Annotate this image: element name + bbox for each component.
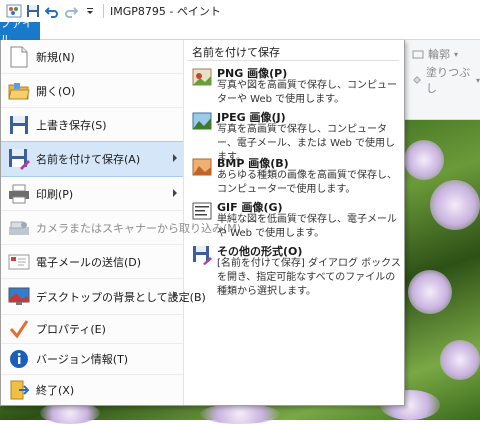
- flower-blob: [200, 404, 280, 424]
- menu-item-import-from-scanner[interactable]: カメラまたはスキャナーから取り込み(M): [1, 211, 241, 245]
- exit-icon: [7, 378, 31, 402]
- menu-item-print[interactable]: 印刷(P): [1, 177, 183, 211]
- menu-item-properties[interactable]: プロパティ(E): [1, 315, 183, 344]
- menu-item-label: 開く(O): [36, 84, 76, 98]
- chevron-down-icon: ▾: [454, 49, 459, 59]
- menu-item-label: バージョン情報(T): [36, 353, 129, 366]
- file-menu: 新規(N) 開く(O) 上書き保存(S) 名前を付けて保存(A) 印刷(P) カ…: [0, 40, 405, 406]
- option-description: 単純な図を低画質で保存し、電子メールや Web で使用します。: [217, 214, 397, 239]
- save-as-icon: [7, 147, 31, 171]
- menu-item-open[interactable]: 開く(O): [1, 74, 183, 108]
- scanner-icon: [7, 216, 31, 240]
- png-image-icon: [191, 66, 213, 88]
- fill-bucket-icon: [413, 76, 421, 84]
- fill-button[interactable]: 塗りつぶし ▾: [412, 64, 480, 96]
- printer-icon: [7, 182, 31, 206]
- menu-item-new[interactable]: 新規(N): [1, 40, 183, 74]
- menu-item-label: 電子メールの送信(D): [36, 255, 142, 269]
- save-as-other-formats[interactable]: その他の形式(O) [名前を付けて保存] ダイアログ ボックスを開き、指定可能な…: [189, 242, 403, 297]
- menu-item-label: 終了(X): [36, 384, 75, 397]
- file-tab[interactable]: ファイル: [0, 17, 40, 46]
- menu-item-set-desktop-background[interactable]: デスクトップの背景として設定(B): [1, 279, 206, 315]
- option-description: [名前を付けて保存] ダイアログ ボックスを開き、指定可能なすべてのファイルの種…: [217, 258, 401, 297]
- outline-icon: [412, 50, 424, 59]
- file-menu-commands: 新規(N) 開く(O) 上書き保存(S) 名前を付けて保存(A) 印刷(P) カ…: [1, 40, 241, 405]
- menu-item-about[interactable]: バージョン情報(T): [1, 344, 183, 375]
- save-as-heading-divider: [187, 60, 399, 61]
- other-formats-icon: [191, 244, 213, 266]
- flower-blob: [430, 180, 480, 230]
- chevron-down-icon: ▾: [475, 75, 480, 85]
- bmp-image-icon: [191, 156, 213, 178]
- desktop-background-icon: [7, 285, 31, 309]
- outline-button[interactable]: 輪郭 ▾: [412, 46, 458, 62]
- save-as-png[interactable]: PNG 画像(P) 写真や図を高画質で保存し、コンピューターや Web で使用し…: [189, 64, 403, 110]
- menu-item-label: デスクトップの背景として設定(B): [36, 290, 206, 304]
- info-icon: [7, 347, 31, 371]
- menu-item-save-as[interactable]: 名前を付けて保存(A): [1, 141, 183, 177]
- customize-toolbar-icon[interactable]: [82, 3, 98, 19]
- menu-item-label: 印刷(P): [36, 187, 74, 201]
- submenu-arrow-icon: [173, 154, 177, 162]
- save-disk-icon: [7, 113, 31, 137]
- undo-icon[interactable]: [44, 3, 60, 19]
- title-bar: IMGP8795 - ペイント: [0, 0, 480, 22]
- menu-item-label: 新規(N): [36, 50, 75, 64]
- redo-icon[interactable]: [63, 3, 79, 19]
- new-document-icon: [7, 45, 31, 69]
- menu-item-label: プロパティ(E): [36, 323, 106, 336]
- flower-blob: [440, 340, 480, 380]
- flower-blob: [408, 270, 452, 314]
- window-title: IMGP8795 - ペイント: [110, 5, 221, 18]
- save-as-gif[interactable]: GIF 画像(G) 単純な図を低画質で保存し、電子メールや Web で使用します…: [189, 198, 403, 244]
- checkmark-icon: [7, 317, 31, 341]
- gif-image-icon: [191, 200, 213, 222]
- save-as-jpeg[interactable]: JPEG 画像(J) 写真を高画質で保存し、コンピューター、電子メール、または …: [189, 108, 403, 163]
- jpeg-image-icon: [191, 110, 213, 132]
- option-description: 写真や図を高画質で保存し、コンピューターや Web で使用します。: [217, 80, 397, 105]
- save-as-bmp[interactable]: BMP 画像(B) あらゆる種類の画像を高画質で保存し、コンピューターで使用しま…: [189, 154, 403, 200]
- save-as-heading: 名前を付けて保存: [192, 46, 280, 59]
- fill-label: 塗りつぶし: [426, 66, 471, 95]
- option-description: あらゆる種類の画像を高画質で保存し、コンピューターで使用します。: [217, 170, 397, 195]
- submenu-arrow-icon: [173, 291, 177, 299]
- ribbon-tab-strip: [0, 22, 480, 40]
- email-icon: [7, 250, 31, 274]
- submenu-arrow-icon: [173, 189, 177, 197]
- menu-item-exit[interactable]: 終了(X): [1, 375, 183, 405]
- menu-item-label: 名前を付けて保存(A): [36, 153, 141, 166]
- menu-item-label: 上書き保存(S): [36, 118, 107, 132]
- title-separator: [103, 4, 104, 18]
- open-folder-icon: [7, 79, 31, 103]
- outline-label: 輪郭: [428, 48, 450, 61]
- menu-item-save[interactable]: 上書き保存(S): [1, 108, 183, 142]
- menu-item-send-email[interactable]: 電子メールの送信(D): [1, 245, 183, 279]
- flower-blob: [404, 140, 444, 180]
